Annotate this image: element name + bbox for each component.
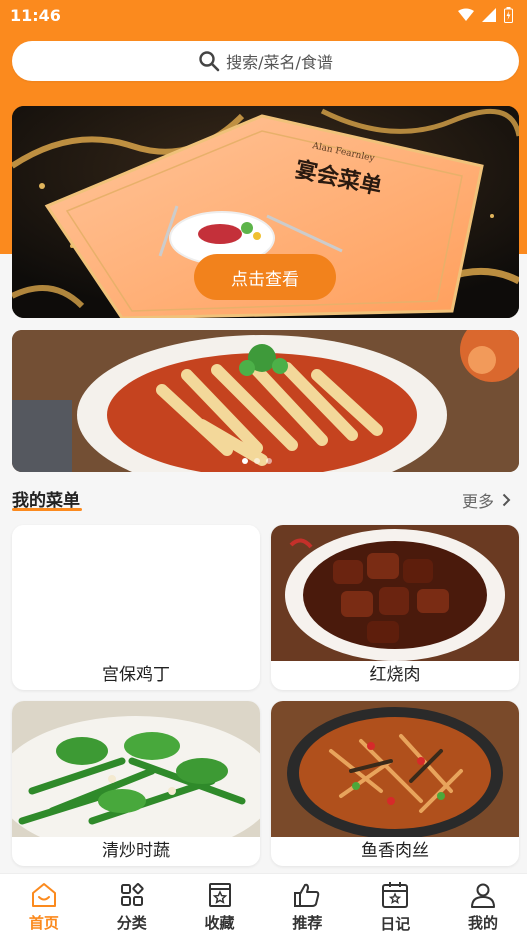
chevron-right-icon (502, 493, 511, 507)
yuxiang-pork-photo (271, 701, 519, 837)
nav-label: 首页 (28, 913, 59, 932)
nav-label: 日记 (380, 914, 411, 933)
yuba-dish-photo (12, 330, 519, 472)
more-label: 更多 (461, 492, 494, 511)
status-bar: 11:46 (0, 0, 527, 32)
menu-card[interactable]: 宫保鸡丁 (12, 525, 260, 690)
favorites-icon (208, 882, 231, 907)
nav-item-category[interactable]: 分类 (92, 882, 172, 933)
dish-name: 宫保鸡丁 (102, 665, 170, 685)
home-icon (31, 882, 56, 907)
dish-name: 清炒时蔬 (102, 841, 170, 861)
nav-item-home[interactable]: 首页 (4, 882, 84, 933)
menu-card[interactable]: 清炒时蔬 (12, 701, 260, 866)
dish-name: 鱼香肉丝 (361, 841, 429, 861)
more-link[interactable]: 更多 (462, 488, 511, 512)
menu-card[interactable]: 红烧肉 (271, 525, 519, 690)
search-input[interactable]: 搜索/菜名/食谱 (12, 41, 519, 81)
bottom-navigation: 首页 分类 收藏 推荐 日记 我的 (0, 873, 527, 940)
thumbs-up-icon (294, 883, 320, 907)
user-icon (471, 883, 496, 908)
stir-fried-greens-photo (12, 701, 260, 837)
braised-pork-photo (271, 525, 519, 661)
nav-label: 收藏 (204, 913, 235, 932)
featured-dish-carousel[interactable] (12, 330, 519, 472)
battery-icon (504, 7, 513, 23)
search-placeholder: 搜索/菜名/食谱 (226, 53, 333, 72)
view-menu-button[interactable]: 点击查看 (194, 254, 336, 300)
category-icon (120, 882, 144, 906)
my-menu-header: 我的菜单 更多 (12, 482, 519, 512)
nav-item-profile[interactable]: 我的 (443, 882, 523, 933)
nav-item-favorites[interactable]: 收藏 (180, 882, 260, 933)
status-time: 11:46 (10, 6, 61, 25)
section-underline (12, 508, 82, 511)
wifi-icon (458, 8, 474, 21)
nav-label: 我的 (468, 913, 499, 932)
carousel-dot[interactable] (254, 458, 260, 464)
dish-image-placeholder (12, 525, 260, 661)
nav-item-diary[interactable]: 日记 (355, 881, 435, 934)
nav-item-recommend[interactable]: 推荐 (267, 882, 347, 933)
dish-name: 红烧肉 (369, 665, 421, 685)
menu-card[interactable]: 鱼香肉丝 (271, 701, 519, 866)
carousel-dot[interactable] (242, 458, 248, 464)
banquet-menu-banner[interactable]: 宴会菜单 Alan Fearnley 点击查看 (12, 106, 519, 318)
nav-label: 分类 (116, 913, 147, 932)
carousel-indicator (242, 458, 272, 464)
search-icon (199, 51, 220, 72)
nav-label: 推荐 (292, 913, 323, 932)
calendar-icon (382, 881, 409, 908)
carousel-dot[interactable] (266, 458, 272, 464)
signal-icon (482, 8, 496, 22)
